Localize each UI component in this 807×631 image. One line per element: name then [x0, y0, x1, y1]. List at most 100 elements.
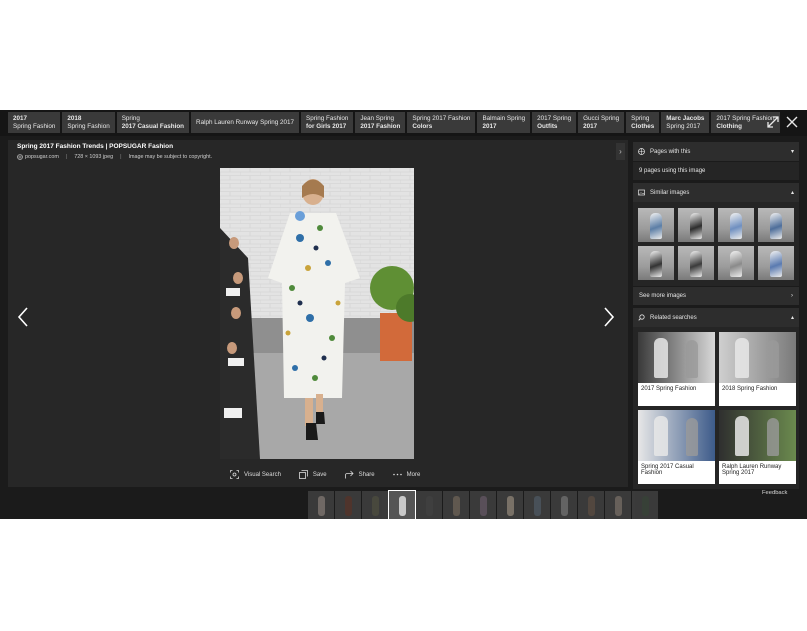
- image-title[interactable]: Spring 2017 Fashion Trends | POPSUGAR Fa…: [17, 143, 173, 150]
- related-searches-bar: 2017 Spring Fashion 2018 Spring Fashion Spri…: [0, 110, 807, 136]
- filmstrip-thumbnail[interactable]: [335, 491, 361, 519]
- details-panel: Pages with this ▾ 9 pages using this ima…: [633, 142, 799, 489]
- similar-images-header[interactable]: Similar images ▴: [633, 183, 799, 202]
- filmstrip-thumbnail[interactable]: [551, 491, 577, 519]
- similar-image-thumbnail[interactable]: [718, 208, 754, 242]
- chevron-up-icon: ▴: [790, 190, 794, 196]
- chevron-right-icon: ›: [791, 293, 793, 299]
- share-icon: [344, 470, 354, 479]
- similar-images-grid: [633, 202, 799, 286]
- search-chip[interactable]: Gucci Spring 2017: [578, 112, 625, 133]
- similar-image-thumbnail[interactable]: [638, 246, 674, 280]
- search-chip[interactable]: Balmain Spring 2017: [477, 112, 531, 133]
- search-chip[interactable]: Spring Clothes: [626, 112, 660, 133]
- search-chip[interactable]: Jean Spring 2017 Fashion: [355, 112, 406, 133]
- chip-line-1: Balmain Spring: [482, 115, 526, 123]
- visual-search-button[interactable]: Visual Search: [230, 470, 281, 479]
- chip-line-2: 2017 Fashion: [360, 122, 401, 130]
- image-size: 728 × 1093 jpeg: [74, 154, 114, 160]
- similar-image-thumbnail[interactable]: [678, 246, 714, 280]
- filmstrip-thumbnail[interactable]: [497, 491, 523, 519]
- search-chip[interactable]: Spring 2017 Casual Fashion: [116, 112, 190, 133]
- save-label: Save: [312, 471, 327, 478]
- chip-line-2: 2017: [482, 122, 497, 130]
- related-search-label: Spring 2017 Casual Fashion: [638, 461, 715, 484]
- expand-icon[interactable]: [766, 115, 780, 129]
- filmstrip-thumbnail[interactable]: [470, 491, 496, 519]
- image-source[interactable]: popsugar.com: [25, 154, 59, 160]
- related-search-card[interactable]: 2017 Spring Fashion: [638, 332, 715, 406]
- search-chip[interactable]: Marc Jacobs Spring 2017: [661, 112, 710, 133]
- search-chip[interactable]: 2017 Spring Fashion: [8, 112, 61, 133]
- chevron-down-icon: ▾: [790, 149, 794, 155]
- pages-count-label: 9 pages using this image: [639, 168, 706, 174]
- related-search-card[interactable]: Ralph Lauren Runway Spring 2017: [719, 410, 796, 484]
- share-label: Share: [358, 471, 375, 478]
- related-search-card[interactable]: 2018 Spring Fashion: [719, 332, 796, 406]
- related-searches-header[interactable]: Related searches ▴: [633, 308, 799, 327]
- filmstrip-thumbnail[interactable]: [605, 491, 631, 519]
- globe-icon: [638, 148, 645, 155]
- filmstrip-thumbnail-selected[interactable]: [388, 490, 416, 520]
- filmstrip-thumbnail[interactable]: [632, 491, 658, 519]
- pages-count-link[interactable]: 9 pages using this image: [633, 162, 799, 180]
- pages-with-this-label: Pages with this: [650, 148, 691, 155]
- chip-line-2: Spring 2017: [666, 122, 701, 130]
- chip-line-2: Spring Fashion: [13, 122, 56, 130]
- search-chip[interactable]: Ralph Lauren Runway Spring 2017: [191, 112, 300, 133]
- visual-search-label: Visual Search: [244, 471, 281, 478]
- image-actions: Visual Search Save Share More: [230, 470, 420, 479]
- share-button[interactable]: Share: [344, 470, 375, 479]
- copyright-note: Image may be subject to copyright.: [128, 154, 213, 160]
- filmstrip-thumbnail[interactable]: [308, 491, 334, 519]
- filmstrip-thumbnail[interactable]: [443, 491, 469, 519]
- chip-line-1: 2018: [67, 115, 82, 123]
- search-chip[interactable]: Spring 2017 Fashion Colors: [407, 112, 476, 133]
- collapse-panel-chevron-icon[interactable]: ›: [616, 143, 625, 160]
- save-button[interactable]: Save: [299, 470, 327, 479]
- image-viewer: 2017 Spring Fashion 2018 Spring Fashion Spri…: [0, 110, 807, 520]
- related-searches-grid: 2017 Spring Fashion 2018 Spring Fashion Sp…: [633, 327, 799, 489]
- related-search-thumbnail: [638, 332, 715, 383]
- main-image[interactable]: [220, 168, 414, 459]
- next-image-arrow-icon[interactable]: [602, 305, 616, 329]
- search-chip[interactable]: 2017 Spring Outfits: [532, 112, 577, 133]
- feedback-link[interactable]: Feedback: [762, 490, 787, 496]
- more-dots-icon: [392, 473, 402, 476]
- chip-line-2: for Girls 2017: [306, 122, 347, 130]
- similar-image-thumbnail[interactable]: [758, 246, 794, 280]
- related-search-card[interactable]: Spring 2017 Casual Fashion: [638, 410, 715, 484]
- filmstrip-thumbnail[interactable]: [362, 491, 388, 519]
- filmstrip-thumbnail[interactable]: [416, 491, 442, 519]
- chip-line-1: Spring: [631, 115, 650, 123]
- search-chip[interactable]: Spring Fashion for Girls 2017: [301, 112, 354, 133]
- similar-image-thumbnail[interactable]: [758, 208, 794, 242]
- related-search-thumbnail: [719, 410, 796, 461]
- close-icon[interactable]: [785, 115, 799, 129]
- image-meta: popsugar.com | 728 × 1093 jpeg | Image m…: [17, 154, 212, 160]
- image-preview-area: Spring 2017 Fashion Trends | POPSUGAR Fa…: [8, 140, 628, 487]
- previous-image-arrow-icon[interactable]: [16, 305, 30, 329]
- filmstrip-thumbnail[interactable]: [524, 491, 550, 519]
- collection-icon: [299, 470, 308, 479]
- image-icon: [638, 189, 645, 196]
- similar-images-label: Similar images: [650, 189, 690, 196]
- search-chip[interactable]: 2018 Spring Fashion: [62, 112, 115, 133]
- more-button[interactable]: More: [392, 470, 420, 479]
- see-more-images-link[interactable]: See more images ›: [633, 287, 799, 305]
- chip-line-2: 2017 Casual Fashion: [121, 122, 185, 130]
- chip-line-1: Jean Spring: [360, 115, 395, 123]
- similar-image-thumbnail[interactable]: [718, 246, 754, 280]
- chip-line-1: Spring 2017 Fashion: [412, 115, 471, 123]
- see-more-images-label: See more images: [639, 293, 687, 299]
- filmstrip-thumbnail[interactable]: [578, 491, 604, 519]
- similar-image-thumbnail[interactable]: [638, 208, 674, 242]
- related-search-thumbnail: [719, 332, 796, 383]
- chip-line-2: 2017: [583, 122, 598, 130]
- globe-icon: [17, 154, 23, 160]
- chevron-up-icon: ▴: [790, 315, 794, 321]
- similar-image-thumbnail[interactable]: [678, 208, 714, 242]
- pages-with-this-header[interactable]: Pages with this ▾: [633, 142, 799, 161]
- related-search-thumbnail: [638, 410, 715, 461]
- search-chip-list: 2017 Spring Fashion 2018 Spring Fashion Spri…: [8, 112, 780, 133]
